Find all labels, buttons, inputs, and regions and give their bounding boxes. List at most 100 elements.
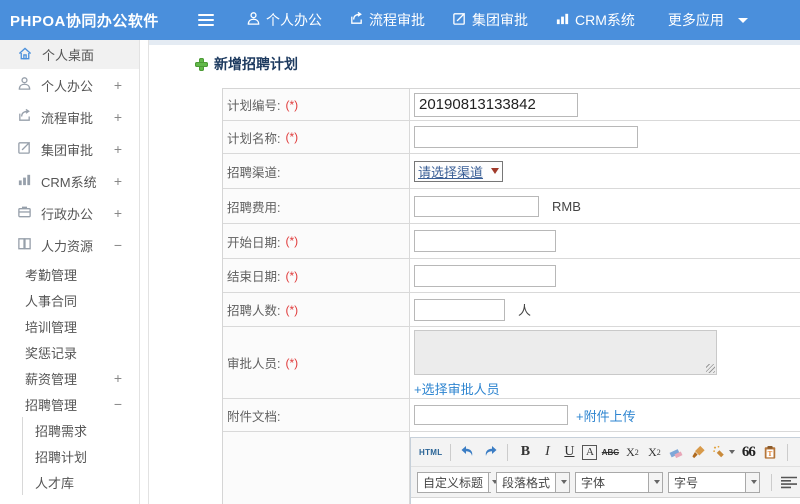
form-row-editor: HTML B I U A ABC X2 X2 66 T 自定义标题 段落格式 字… bbox=[223, 432, 800, 504]
strikethrough-button[interactable]: ABC bbox=[601, 442, 619, 462]
superscript-button[interactable]: X2 bbox=[623, 442, 641, 462]
expand-icon[interactable]: + bbox=[114, 173, 122, 189]
headcount-unit-label: 人 bbox=[518, 303, 532, 318]
editor-content-area[interactable] bbox=[411, 498, 800, 504]
bold-button[interactable]: B bbox=[516, 442, 534, 462]
eraser-icon[interactable] bbox=[667, 442, 685, 462]
sidebar-item-crm[interactable]: CRM系统 + bbox=[0, 165, 139, 197]
editor-toolbar-row2: 自定义标题 段落格式 字体 字号 bbox=[411, 467, 800, 498]
auto-typeset-icon[interactable] bbox=[711, 442, 736, 462]
chevron-down-icon bbox=[729, 450, 736, 454]
html-source-button[interactable]: HTML bbox=[419, 442, 442, 462]
redo-icon[interactable] bbox=[481, 442, 499, 462]
plan-name-input[interactable] bbox=[414, 126, 638, 148]
sidebar-item-personal-office[interactable]: 个人办公 + bbox=[0, 69, 139, 101]
sidebar-item-talent-pool[interactable]: 人才库 bbox=[23, 469, 139, 495]
required-mark: (*) bbox=[285, 268, 299, 283]
rich-text-editor: HTML B I U A ABC X2 X2 66 T 自定义标题 段落格式 字… bbox=[410, 437, 800, 504]
collapse-icon[interactable]: − bbox=[114, 237, 122, 253]
menu-toggle-icon[interactable] bbox=[198, 14, 214, 26]
chevron-down-icon bbox=[751, 480, 757, 484]
attachment-input[interactable] bbox=[414, 405, 568, 425]
sidebar-item-desktop[interactable]: 个人桌面 bbox=[0, 40, 139, 69]
plan-no-input[interactable] bbox=[414, 92, 578, 117]
expand-icon[interactable]: + bbox=[114, 109, 122, 125]
undo-icon[interactable] bbox=[459, 442, 477, 462]
svg-text:T: T bbox=[768, 450, 773, 458]
sidebar-item-group-approval[interactable]: 集团审批 + bbox=[0, 133, 139, 165]
required-mark: (*) bbox=[285, 130, 299, 144]
main-content: 新增招聘计划 计划编号:(*) 计划名称:(*) 招聘渠道: 请选择渠道 bbox=[148, 40, 800, 504]
blockquote-button[interactable]: 66 bbox=[739, 442, 757, 462]
top-navigation: 个人办公 流程审批 集团审批 CRM系统 更多应用 bbox=[246, 10, 748, 30]
fee-input[interactable] bbox=[414, 195, 539, 217]
font-color-button[interactable]: A bbox=[796, 442, 800, 462]
required-mark: (*) bbox=[285, 355, 299, 370]
sidebar-item-hr[interactable]: 人力资源 − bbox=[0, 229, 139, 261]
expand-icon[interactable]: + bbox=[114, 141, 122, 157]
form-row-headcount: 招聘人数: (*) 人 bbox=[223, 293, 800, 327]
attachment-upload-link[interactable]: +附件上传 bbox=[576, 406, 636, 425]
expand-icon[interactable]: + bbox=[114, 205, 122, 221]
chart-icon bbox=[17, 172, 41, 190]
resize-handle[interactable] bbox=[706, 364, 715, 373]
sidebar-item-attendance[interactable]: 考勤管理 bbox=[0, 261, 139, 287]
sidebar-item-process-approval[interactable]: 流程审批 + bbox=[0, 101, 139, 133]
chevron-down-icon bbox=[654, 480, 660, 484]
expand-icon[interactable]: + bbox=[114, 77, 122, 93]
start-date-input[interactable] bbox=[414, 230, 556, 252]
custom-title-dropdown[interactable]: 自定义标题 bbox=[417, 471, 499, 493]
form-row-plan-name: 计划名称: (*) bbox=[223, 121, 800, 154]
channel-select[interactable]: 请选择渠道 bbox=[414, 160, 503, 182]
form-row-fee: 招聘费用: RMB bbox=[223, 189, 800, 224]
sidebar-item-admin-office[interactable]: 行政办公 + bbox=[0, 197, 139, 229]
end-date-input[interactable] bbox=[414, 264, 556, 287]
form-row-approvers: 审批人员: (*) +选择审批人员 bbox=[223, 327, 800, 399]
book-icon bbox=[17, 236, 41, 254]
required-mark: (*) bbox=[285, 97, 299, 112]
align-left-icon[interactable] bbox=[780, 472, 798, 492]
sidebar-item-hr-contracts[interactable]: 人事合同 bbox=[0, 287, 139, 313]
topnav-process-approval[interactable]: 流程审批 bbox=[349, 10, 425, 30]
topnav-personal-office[interactable]: 个人办公 bbox=[246, 10, 322, 30]
format-brush-icon[interactable] bbox=[689, 442, 707, 462]
approvers-textarea[interactable] bbox=[414, 330, 717, 375]
font-style-button[interactable]: A bbox=[582, 444, 598, 460]
sidebar-item-training[interactable]: 培训管理 bbox=[0, 313, 139, 339]
sidebar: 个人桌面 个人办公 + 流程审批 + 集团审批 + CRM系统 + 行政办公 + bbox=[0, 40, 140, 504]
font-size-dropdown[interactable]: 字号 bbox=[668, 471, 760, 493]
italic-button[interactable]: I bbox=[538, 442, 556, 462]
chevron-down-icon bbox=[561, 480, 567, 484]
paste-icon[interactable]: T bbox=[761, 442, 779, 462]
sidebar-item-recruitment[interactable]: 招聘管理 − bbox=[0, 391, 139, 417]
form-row-end-date: 结束日期: (*) bbox=[223, 259, 800, 293]
underline-button[interactable]: U bbox=[560, 442, 578, 462]
app-window: PHPOA协同办公软件 个人办公 流程审批 集团审批 CRM系统 更多应用 个人… bbox=[0, 0, 800, 504]
topnav-crm[interactable]: CRM系统 bbox=[555, 10, 635, 30]
edit-icon bbox=[452, 11, 472, 29]
sidebar-hr-submenu: 考勤管理 人事合同 培训管理 奖惩记录 薪资管理 + 招聘管理 − 招聘需求 招… bbox=[0, 261, 139, 495]
choose-approvers-link[interactable]: +选择审批人员 bbox=[414, 379, 500, 398]
topnav-group-approval[interactable]: 集团审批 bbox=[452, 10, 528, 30]
expand-icon[interactable]: + bbox=[114, 370, 122, 386]
page-title: 新增招聘计划 bbox=[195, 54, 298, 74]
user-icon bbox=[17, 76, 41, 94]
user-icon bbox=[246, 11, 266, 29]
sidebar-item-rewards[interactable]: 奖惩记录 bbox=[0, 339, 139, 365]
fee-unit-label: RMB bbox=[552, 198, 581, 214]
recruit-plan-form: 计划编号:(*) 计划名称:(*) 招聘渠道: 请选择渠道 招聘费用: bbox=[222, 88, 800, 504]
subscript-button[interactable]: X2 bbox=[645, 442, 663, 462]
paragraph-format-dropdown[interactable]: 段落格式 bbox=[496, 471, 570, 493]
form-row-plan-no: 计划编号: (*) bbox=[223, 89, 800, 121]
topnav-more-apps[interactable]: 更多应用 bbox=[668, 10, 748, 30]
process-icon bbox=[17, 108, 41, 126]
headcount-input[interactable] bbox=[414, 298, 505, 321]
chevron-down-icon bbox=[737, 17, 748, 23]
font-family-dropdown[interactable]: 字体 bbox=[575, 471, 663, 493]
edit-icon bbox=[17, 140, 41, 158]
collapse-icon[interactable]: − bbox=[114, 396, 122, 412]
sidebar-item-salary[interactable]: 薪资管理 + bbox=[0, 365, 139, 391]
chart-icon bbox=[555, 11, 575, 29]
sidebar-item-recruit-demand[interactable]: 招聘需求 bbox=[23, 417, 139, 443]
sidebar-item-recruit-plan[interactable]: 招聘计划 bbox=[23, 443, 139, 469]
